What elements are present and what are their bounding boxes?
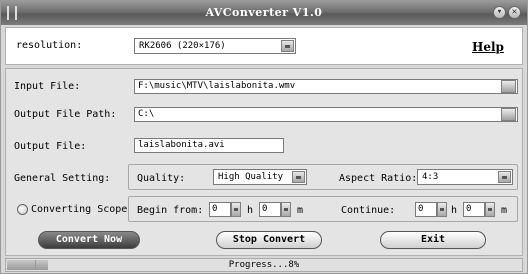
begin-minutes-input[interactable]: 0: [259, 202, 281, 217]
continue-minutes-unit: m: [501, 205, 508, 216]
input-file-label: Input File:: [14, 81, 81, 92]
general-setting-group: Quality: High Quality Aspect Ratio: 4:3: [128, 164, 518, 190]
title-bar[interactable]: AVConverter V1.0 ▾ ✕: [1, 1, 527, 25]
output-file-label: Output File:: [14, 141, 87, 152]
input-file-field[interactable]: F:\music\MTV\laislabonita.wmv: [134, 79, 518, 94]
continue-hours-input[interactable]: 0: [415, 202, 437, 217]
quality-value: High Quality: [218, 172, 284, 182]
quality-label: Quality:: [137, 173, 186, 184]
output-file-field[interactable]: laislabonita.avi: [134, 138, 284, 153]
resolution-value: RK2606 (220×176): [139, 41, 226, 51]
continue-hours-spinner[interactable]: [437, 202, 447, 217]
output-path-field[interactable]: C:\: [134, 107, 518, 122]
settings-panel: Input File: F:\music\MTV\laislabonita.wm…: [5, 68, 523, 256]
chevron-down-icon[interactable]: [281, 40, 294, 52]
continue-minutes-spinner[interactable]: [485, 202, 495, 217]
general-setting-label: General Setting:: [14, 173, 111, 184]
stop-convert-button[interactable]: Stop Convert: [216, 231, 322, 249]
begin-minutes-spinner[interactable]: [281, 202, 291, 217]
begin-from-label: Begin from:: [137, 205, 204, 216]
chevron-down-icon[interactable]: [498, 171, 511, 183]
resolution-select[interactable]: RK2606 (220×176): [134, 38, 296, 54]
converting-scope-label: Converting Scope:: [31, 204, 134, 215]
window-title: AVConverter V1.0: [205, 6, 323, 19]
minimize-icon[interactable]: ▾: [493, 6, 506, 19]
resolution-label: resolution:: [16, 40, 83, 51]
aspect-ratio-label: Aspect Ratio:: [339, 173, 418, 184]
continue-minutes-input[interactable]: 0: [463, 202, 485, 217]
status-bar: Progress...8%: [5, 258, 523, 272]
resolution-panel: resolution: RK2606 (220×176) Help: [5, 27, 523, 65]
exit-button[interactable]: Exit: [380, 231, 486, 249]
begin-minutes-unit: m: [297, 205, 304, 216]
output-path-label: Output File Path:: [14, 109, 117, 120]
continue-hours-unit: h: [451, 205, 458, 216]
continue-label: Continue:: [341, 205, 396, 216]
aspect-ratio-value: 4:3: [422, 172, 439, 182]
help-link[interactable]: Help: [472, 40, 504, 54]
converting-scope-radio[interactable]: [17, 204, 28, 215]
begin-hours-spinner[interactable]: [231, 202, 241, 217]
quality-select[interactable]: High Quality: [213, 169, 307, 185]
begin-hours-input[interactable]: 0: [209, 202, 231, 217]
begin-hours-unit: h: [247, 205, 254, 216]
browse-output-button[interactable]: [501, 108, 516, 121]
chevron-down-icon[interactable]: [292, 171, 305, 183]
browse-input-button[interactable]: [501, 80, 516, 93]
close-icon[interactable]: ✕: [508, 6, 521, 19]
aspect-ratio-select[interactable]: 4:3: [417, 169, 513, 185]
convert-now-button[interactable]: Convert Now: [38, 231, 140, 249]
app-window: AVConverter V1.0 ▾ ✕ resolution: RK2606 …: [0, 0, 528, 274]
progress-text: Progress...8%: [228, 260, 300, 270]
converting-scope-group: Begin from: 0 h 0 m Continue: 0 h 0 m: [128, 196, 518, 222]
